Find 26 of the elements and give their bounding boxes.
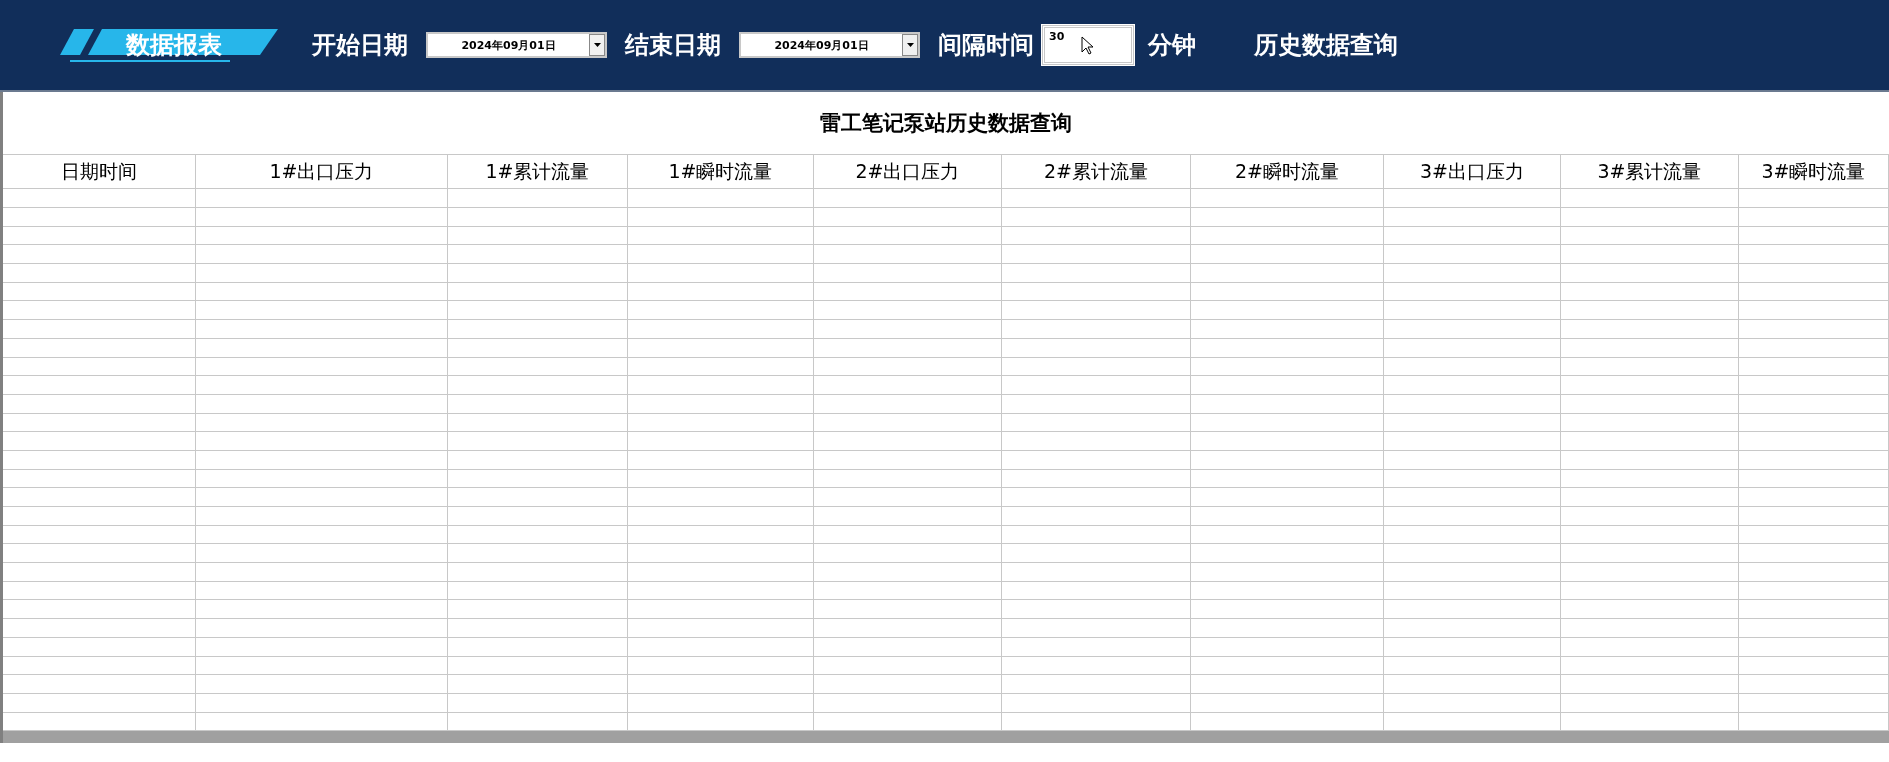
caret-icon	[906, 43, 914, 47]
column-header: 2#累计流量	[1002, 154, 1191, 189]
interval-unit: 分钟	[1148, 30, 1196, 61]
start-date-label: 开始日期	[312, 30, 408, 61]
interval-label: 间隔时间	[938, 30, 1034, 61]
dropdown-button[interactable]	[902, 34, 918, 56]
table-title: 雷工笔记泵站历史数据查询	[3, 92, 1889, 155]
scroll-bar[interactable]	[3, 731, 1889, 744]
logo-title: 数据报表	[126, 30, 222, 61]
column-header: 1#瞬时流量	[628, 154, 814, 189]
start-date-picker[interactable]: 2024年09月01日	[426, 32, 607, 58]
mouse-pointer-icon	[1081, 36, 1093, 55]
column-header: 1#出口压力	[196, 154, 448, 189]
column-header: 2#瞬时流量	[1191, 154, 1384, 189]
caret-icon	[593, 43, 601, 47]
end-date-picker[interactable]: 2024年09月01日	[739, 32, 920, 58]
column-header: 2#出口压力	[814, 154, 1002, 189]
dropdown-button[interactable]	[589, 34, 605, 56]
interval-input-field[interactable]: 30	[1042, 25, 1134, 65]
end-date-label: 结束日期	[625, 30, 721, 61]
column-header: 日期时间	[3, 154, 196, 189]
column-header: 1#累计流量	[448, 154, 628, 189]
column-header: 3#累计流量	[1561, 154, 1739, 189]
column-header: 3#出口压力	[1384, 154, 1561, 189]
column-header: 3#瞬时流量	[1739, 154, 1889, 189]
history-query-button[interactable]: 历史数据查询	[1254, 29, 1398, 61]
